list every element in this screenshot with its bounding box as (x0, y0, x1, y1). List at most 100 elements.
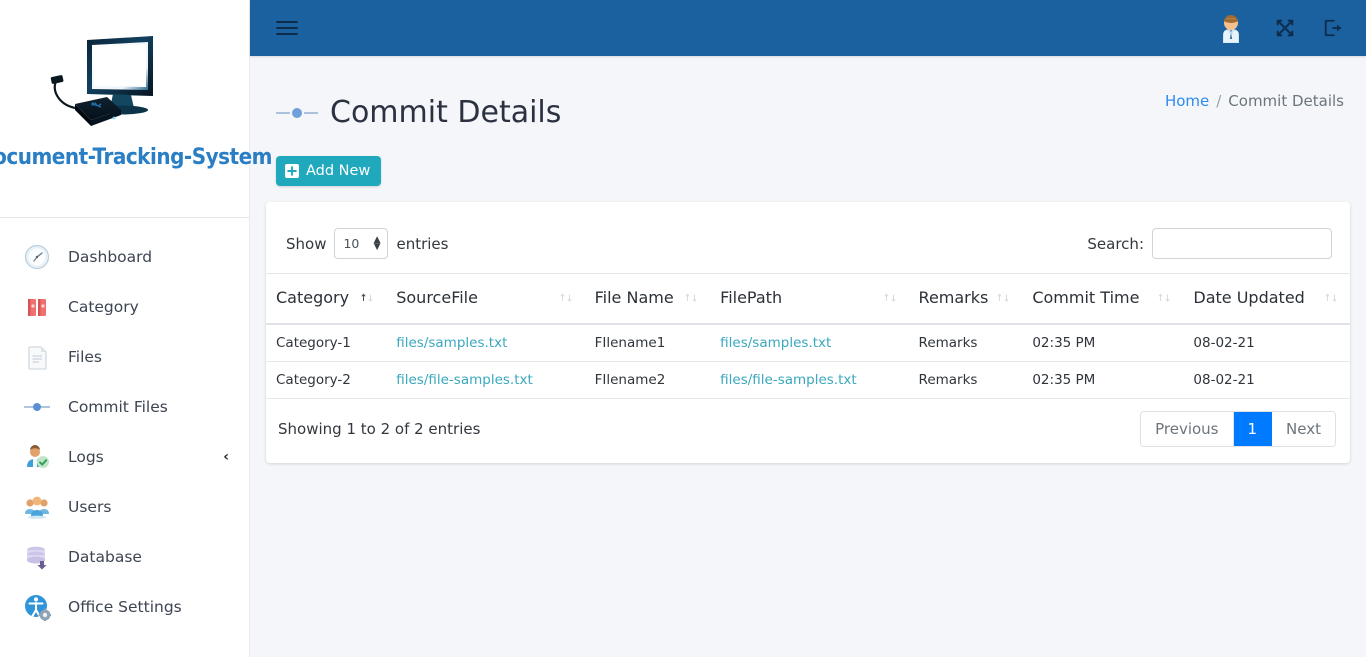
app-logo-icon (35, 18, 215, 148)
sidebar-item-label: Dashboard (68, 248, 153, 266)
breadcrumb-home-link[interactable]: Home (1165, 92, 1209, 110)
pagination: Previous 1 Next (1140, 411, 1336, 448)
page-header: Commit Details Home / Commit Details (250, 56, 1366, 148)
search-control: Search: (1087, 228, 1332, 260)
column-header-category[interactable]: Category (266, 273, 387, 326)
cell-filepath: files/samples.txt (710, 324, 909, 363)
brand-header[interactable]: Document-Tracking-System (0, 0, 272, 218)
column-header-sourcefile[interactable]: SourceFile (386, 273, 585, 326)
filepath-link[interactable]: files/file-samples.txt (720, 372, 857, 388)
sort-icon[interactable] (1157, 292, 1171, 306)
pagination-next[interactable]: Next (1272, 412, 1335, 447)
entries-label: entries (396, 234, 449, 253)
document-icon (22, 342, 52, 372)
sourcefile-link[interactable]: files/file-samples.txt (396, 372, 533, 388)
sidebar-item-users[interactable]: Users (0, 482, 249, 532)
sort-icon[interactable] (1324, 292, 1338, 306)
sort-icon[interactable] (684, 292, 698, 306)
sort-icon[interactable] (360, 292, 374, 306)
cell-commit-time: 02:35 PM (1022, 324, 1184, 363)
app-root: Document-Tracking-System Dashboard Categ… (0, 0, 1366, 657)
add-new-toolbar: Add New (250, 148, 1366, 187)
commit-icon (276, 105, 320, 121)
table-row: Category-2 files/file-samples.txt FIlena… (266, 361, 1350, 400)
clock-icon (22, 242, 52, 272)
hamburger-icon[interactable] (276, 17, 298, 39)
column-header-remarks[interactable]: Remarks (908, 273, 1023, 326)
sort-icon[interactable] (883, 292, 897, 306)
filepath-link[interactable]: files/samples.txt (720, 335, 831, 351)
sourcefile-link[interactable]: files/samples.txt (396, 335, 507, 351)
column-label: FilePath (720, 288, 783, 308)
page-length-select[interactable]: 10 ▲ ▼ (334, 228, 389, 260)
sidebar-item-files[interactable]: Files (0, 332, 249, 382)
user-avatar-icon[interactable] (1214, 11, 1248, 45)
accessibility-gear-icon (22, 592, 52, 622)
column-header-file-name[interactable]: File Name (584, 273, 711, 326)
search-input[interactable] (1152, 228, 1332, 260)
sidebar-item-database[interactable]: Database (0, 532, 249, 582)
sidebar-item-label: Category (68, 298, 139, 316)
sidebar-item-logs[interactable]: Logs ‹ (0, 432, 249, 482)
users-group-icon (22, 492, 52, 522)
cell-remarks: Remarks (908, 324, 1023, 363)
sidebar-item-label: Office Settings (68, 598, 182, 616)
column-header-commit-time[interactable]: Commit Time (1022, 273, 1184, 326)
brand-name: Document-Tracking-System (0, 142, 272, 170)
pagination-previous[interactable]: Previous (1141, 412, 1234, 447)
breadcrumb-current: Commit Details (1228, 92, 1344, 110)
sidebar: Document-Tracking-System Dashboard Categ… (0, 0, 272, 657)
commit-details-table: Category SourceFile File Name FilePath R… (266, 273, 1350, 400)
sidebar-item-label: Users (68, 498, 112, 516)
sidebar-nav: Dashboard Category Files Commit Files Lo… (0, 218, 249, 632)
cell-date-updated: 08-02-21 (1183, 324, 1350, 363)
datatable-info: Showing 1 to 2 of 2 entries (278, 420, 481, 439)
search-label: Search: (1087, 234, 1144, 253)
column-header-filepath[interactable]: FilePath (710, 273, 909, 326)
user-check-icon (22, 442, 52, 472)
table-body: Category-1 files/samples.txt FIlename1 f… (266, 324, 1350, 400)
breadcrumb: Home / Commit Details (1165, 78, 1344, 110)
main-content: Commit Details Home / Commit Details Add N… (250, 0, 1366, 657)
pagination-page-1[interactable]: 1 (1233, 412, 1273, 447)
page-title: Commit Details (330, 95, 562, 131)
column-header-date-updated[interactable]: Date Updated (1183, 273, 1350, 326)
sidebar-item-label: Files (68, 348, 103, 366)
sort-icon[interactable] (996, 292, 1010, 306)
cell-sourcefile: files/samples.txt (386, 324, 585, 363)
sort-icon[interactable] (559, 292, 573, 306)
table-row: Category-1 files/samples.txt FIlename1 f… (266, 324, 1350, 363)
sidebar-item-dashboard[interactable]: Dashboard (0, 232, 249, 282)
column-label: Date Updated (1193, 288, 1305, 308)
column-label: Remarks (918, 288, 989, 308)
cell-date-updated: 08-02-21 (1183, 361, 1350, 400)
show-label: Show (286, 234, 327, 253)
cell-remarks: Remarks (908, 361, 1023, 400)
sidebar-item-label: Commit Files (68, 398, 168, 416)
datatable-card: Show 10 ▲ ▼ entries Search: Category Sou… (266, 202, 1350, 464)
cell-filename: FIlename2 (584, 361, 711, 400)
breadcrumb-separator: / (1216, 92, 1222, 110)
topbar (250, 0, 1366, 56)
datatable-controls: Show 10 ▲ ▼ entries Search: (266, 202, 1350, 273)
column-label: Commit Time (1032, 288, 1140, 308)
add-new-label: Add New (306, 163, 371, 180)
chevron-left-icon[interactable]: ‹ (223, 449, 229, 465)
table-head: Category SourceFile File Name FilePath R… (266, 273, 1350, 326)
cell-category: Category-2 (266, 361, 387, 400)
sidebar-item-office-settings[interactable]: Office Settings (0, 582, 249, 632)
chevron-updown-icon: ▲ ▼ (373, 234, 381, 252)
column-label: SourceFile (396, 288, 478, 308)
plus-square-icon (285, 164, 299, 179)
sidebar-item-category[interactable]: Category (0, 282, 249, 332)
page-title-group: Commit Details (276, 78, 561, 148)
sidebar-item-label: Logs (68, 448, 104, 466)
sign-out-icon[interactable] (1322, 17, 1344, 39)
sidebar-item-commit-files[interactable]: Commit Files (0, 382, 249, 432)
sidebar-item-label: Database (68, 548, 142, 566)
add-new-button[interactable]: Add New (276, 156, 382, 187)
database-icon (22, 542, 52, 572)
table-header-row: Category SourceFile File Name FilePath R… (266, 273, 1350, 326)
expand-arrows-icon[interactable] (1274, 17, 1296, 39)
cell-filepath: files/file-samples.txt (710, 361, 909, 400)
